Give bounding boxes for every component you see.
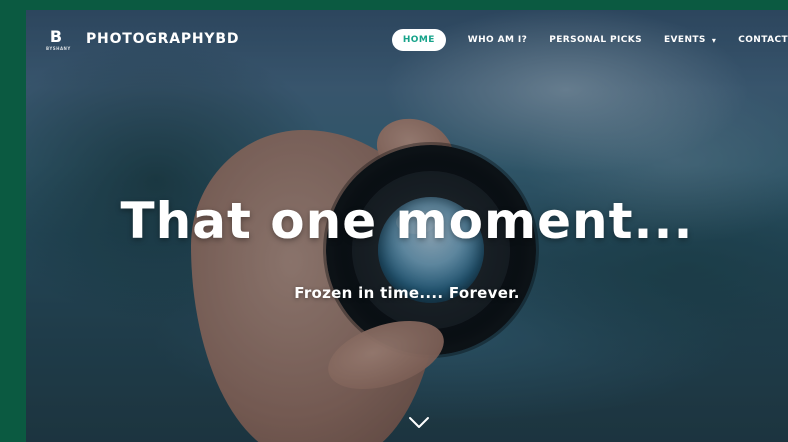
nav-item-label: WHO AM I? <box>467 35 528 45</box>
logo-icon[interactable]: B BYSHANY <box>46 27 71 51</box>
nav-item-label: EVENTS <box>664 35 706 45</box>
nav-item-who-am-i[interactable]: WHO AM I? <box>468 35 527 45</box>
logo-letter: B <box>49 27 63 46</box>
nav-item-label: CONTACT <box>738 35 788 45</box>
nav-item-events[interactable]: EVENTS ▾ <box>664 35 716 45</box>
top-navigation: B BYSHANY PHOTOGRAPHYBD HOME WHO AM I? P… <box>26 10 788 68</box>
chevron-down-icon[interactable] <box>407 415 431 431</box>
logo-caption: BYSHANY <box>46 46 71 51</box>
hero-subheadline: Frozen in time.... Forever. <box>294 284 520 302</box>
nav-item-personal-picks[interactable]: PERSONAL PICKS <box>549 35 642 45</box>
hero-section: B BYSHANY PHOTOGRAPHYBD HOME WHO AM I? P… <box>26 10 788 442</box>
nav-item-contact[interactable]: CONTACT <box>738 35 788 45</box>
main-menu: HOME WHO AM I? PERSONAL PICKS EVENTS ▾ C… <box>391 28 788 52</box>
hero-headline: That one moment... <box>120 192 694 250</box>
chevron-down-icon: ▾ <box>711 35 717 45</box>
nav-item-home[interactable]: HOME <box>391 29 446 51</box>
brand-name[interactable]: PHOTOGRAPHYBD <box>86 31 239 47</box>
nav-item-label: PERSONAL PICKS <box>549 35 642 45</box>
nav-item-label: HOME <box>402 35 435 45</box>
